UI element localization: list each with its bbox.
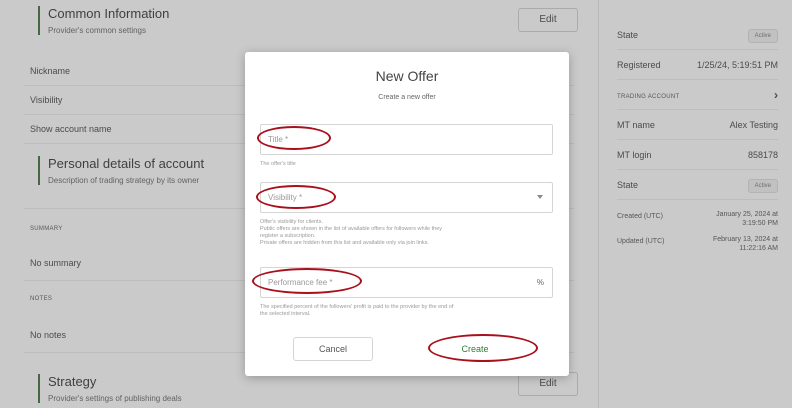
performance-fee-help-line: the selected interval. <box>260 311 311 317</box>
new-offer-dialog: New Offer Create a new offer Title * The… <box>245 52 569 376</box>
visibility-help-line: Public offers are shown in the list of a… <box>260 226 442 232</box>
create-button[interactable]: Create <box>435 337 515 361</box>
visibility-help-line: Offer's visibility for clients. <box>260 219 323 225</box>
title-field[interactable]: Title * <box>260 124 553 155</box>
chevron-down-icon[interactable] <box>537 195 543 199</box>
performance-fee-field[interactable]: Performance fee * % <box>260 267 553 298</box>
visibility-help: Offer's visibility for clients. Public o… <box>260 219 560 247</box>
title-help: The offer's title <box>260 161 296 167</box>
visibility-placeholder: Visibility * <box>268 193 303 202</box>
dialog-subtitle: Create a new offer <box>378 94 436 101</box>
dialog-title: New Offer <box>375 68 439 84</box>
title-placeholder: Title * <box>268 135 289 144</box>
visibility-help-line: Private offers are hidden from this list… <box>260 240 429 246</box>
visibility-help-line: register a subscription. <box>260 233 316 239</box>
performance-fee-placeholder: Performance fee * <box>268 278 333 287</box>
performance-fee-help-line: The specified percent of the followers' … <box>260 304 454 310</box>
percent-suffix: % <box>536 278 544 287</box>
visibility-select[interactable]: Visibility * <box>260 182 553 213</box>
cancel-button[interactable]: Cancel <box>293 337 373 361</box>
performance-fee-help: The specified percent of the followers' … <box>260 304 560 318</box>
